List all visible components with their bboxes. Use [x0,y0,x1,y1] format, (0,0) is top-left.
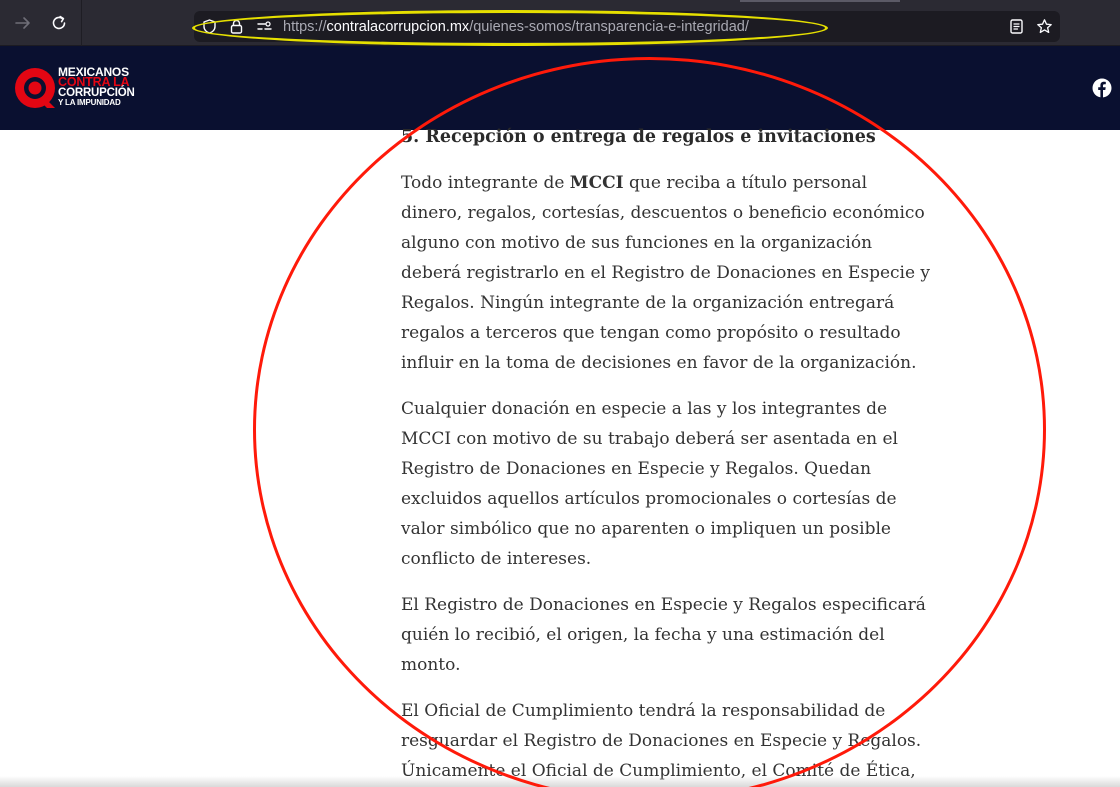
logo-line-4: Y LA IMPUNIDAD [58,98,121,108]
address-bar[interactable]: https://contralacorrupcion.mx/quienes-so… [194,11,1060,42]
logo-q-mark-icon [15,68,55,108]
facebook-icon[interactable] [1092,78,1112,98]
paragraph-2: Cualquier donación en especie a las y lo… [401,399,898,569]
bottom-shadow [0,776,1120,787]
arrow-right-icon [15,17,30,29]
tab-strip-edge [740,0,900,2]
lock-icon[interactable] [228,18,245,35]
toolbar-separator [81,0,82,46]
paragraph-1: Todo integrante de MCCI que reciba a tít… [401,168,931,378]
url-text[interactable]: https://contralacorrupcion.mx/quienes-so… [283,17,749,37]
logo-line-3: CORRUPCIÓN [58,86,135,99]
bookmark-star-icon[interactable] [1036,18,1053,35]
article-body: 5. Recepción o entrega de regalos e invi… [401,122,931,787]
url-protocol: https:// [283,19,327,35]
permissions-icon[interactable] [256,18,273,35]
paragraph-1-text-start: Todo integrante de [401,173,570,193]
url-host: contralacorrupcion.mx [326,19,470,35]
site-header: MEXICANOS CONTRA LA CORRUPCIÓN Y LA IMPU… [0,46,1120,130]
reload-icon [52,15,66,30]
url-path: /quienes-somos/transparencia-e-integrida… [469,19,749,35]
paragraph-1-bold: MCCI [569,173,624,193]
paragraph-3: El Registro de Donaciones en Especie y R… [401,595,926,675]
reload-button[interactable] [48,12,70,34]
tracking-shield-icon[interactable] [201,18,218,35]
site-logo[interactable]: MEXICANOS CONTRA LA CORRUPCIÓN Y LA IMPU… [13,66,153,112]
paragraph-4: El Oficial de Cumplimiento tendrá la res… [401,701,922,781]
reader-view-icon[interactable] [1008,18,1025,35]
paragraph-1-text-end: que reciba a título personal dinero, reg… [401,173,931,373]
browser-toolbar: https://contralacorrupcion.mx/quienes-so… [0,0,1120,46]
logo-wordmark: MEXICANOS CONTRA LA CORRUPCIÓN Y LA IMPU… [58,66,135,109]
section-heading: 5. Recepción o entrega de regalos e invi… [401,127,876,147]
forward-button[interactable] [12,12,34,34]
